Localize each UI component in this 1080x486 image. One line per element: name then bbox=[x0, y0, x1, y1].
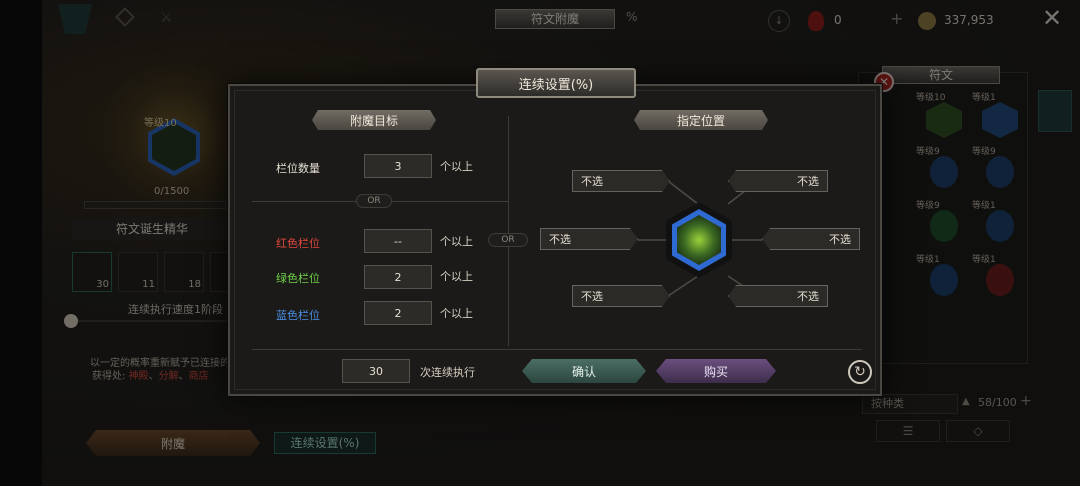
position-slot-middle-left[interactable]: 不选 bbox=[540, 228, 638, 250]
repeat-count-label: 次连续执行 bbox=[420, 366, 475, 379]
bottom-divider bbox=[252, 349, 862, 350]
position-slot-top-left[interactable]: 不选 bbox=[572, 170, 670, 192]
repeat-count-input[interactable]: 30 bbox=[342, 359, 410, 383]
confirm-button[interactable]: 确认 bbox=[522, 359, 646, 383]
modal-title: 连续设置(%) bbox=[476, 68, 636, 98]
position-slot-middle-right[interactable]: 不选 bbox=[762, 228, 860, 250]
buy-button[interactable]: 购买 bbox=[656, 359, 776, 383]
reset-icon[interactable]: ↻ bbox=[848, 360, 872, 384]
position-slot-bottom-right[interactable]: 不选 bbox=[728, 285, 828, 307]
continuous-settings-modal: 附魔目标 栏位数量 3 个以上 OR 红色栏位 -- 个以上 绿色栏位 2 个以… bbox=[228, 84, 882, 396]
game-screen: ⚔ 符文附魔 % ↓ 0 + 337,953 ✕ 等级10 0/1500 符文诞… bbox=[0, 0, 1080, 486]
position-slot-top-right[interactable]: 不选 bbox=[728, 170, 828, 192]
position-slot-bottom-left[interactable]: 不选 bbox=[572, 285, 670, 307]
